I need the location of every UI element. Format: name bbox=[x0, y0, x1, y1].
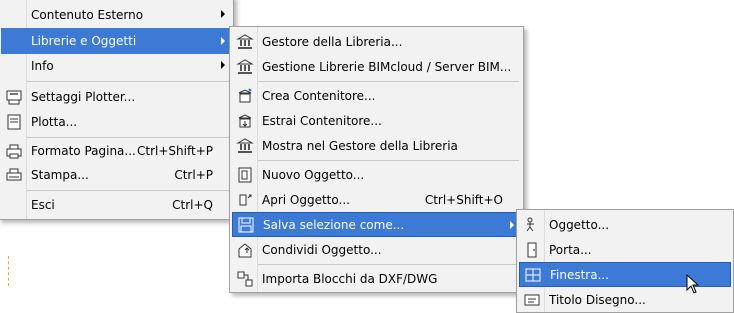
menu-item-label: Condividi Oggetto... bbox=[262, 243, 382, 257]
separator bbox=[27, 190, 229, 191]
menu-item-crea-contenitore[interactable]: Crea Contenitore... bbox=[232, 84, 521, 108]
menu-item-label: Gestore della Libreria... bbox=[262, 35, 403, 49]
separator bbox=[258, 81, 519, 82]
menu-item-label: Contenuto Esterno bbox=[31, 8, 144, 22]
dashed-guide-line bbox=[8, 256, 10, 286]
submenu-arrow-icon bbox=[221, 61, 225, 69]
save-selection-icon bbox=[237, 216, 255, 234]
library-icon bbox=[236, 137, 254, 155]
menu-item-label: Librerie e Oggetti bbox=[31, 34, 137, 48]
menu-item-condividi-oggetto[interactable]: Condividi Oggetto... bbox=[232, 238, 521, 262]
library-manager-icon bbox=[236, 33, 254, 51]
menu-item-label: Nuovo Oggetto... bbox=[262, 168, 365, 182]
menu-item-esci[interactable]: Esci Ctrl+Q bbox=[1, 193, 231, 217]
mouse-cursor-icon bbox=[686, 274, 700, 294]
new-object-icon bbox=[236, 166, 254, 184]
menu-item-label: Apri Oggetto... bbox=[262, 193, 350, 207]
menu-item-settaggi-plotter[interactable]: Settaggi Plotter... bbox=[1, 85, 231, 109]
submenu-arrow-icon bbox=[510, 221, 514, 229]
menu-item-label: Estrai Contenitore... bbox=[262, 114, 382, 128]
menu-item-formato-pagina[interactable]: Formato Pagina... Ctrl+Shift+P bbox=[1, 139, 231, 163]
menu-item-gestione-librerie-bimcloud[interactable]: Gestione Librerie BIMcloud / Server BIM.… bbox=[232, 55, 521, 79]
extract-container-icon bbox=[236, 112, 254, 130]
bimcloud-library-icon bbox=[236, 58, 254, 76]
menu-item-label: Mostra nel Gestore della Libreria bbox=[262, 139, 458, 153]
menu-item-label: Importa Blocchi da DXF/DWG bbox=[262, 272, 438, 286]
menu-item-label: Crea Contenitore... bbox=[262, 89, 376, 103]
door-icon bbox=[523, 241, 541, 259]
separator bbox=[258, 264, 519, 265]
menu-item-label: Plotta... bbox=[31, 115, 78, 129]
menu-item-oggetto[interactable]: Oggetto... bbox=[519, 213, 731, 237]
menu-item-contenuto-esterno[interactable]: Contenuto Esterno bbox=[1, 3, 231, 27]
share-object-icon bbox=[236, 241, 254, 259]
plotter-settings-icon bbox=[5, 88, 23, 106]
menu-item-label: Salva selezione come... bbox=[263, 217, 405, 232]
menu-item-label: Porta... bbox=[549, 243, 592, 257]
menu-item-estrai-contenitore[interactable]: Estrai Contenitore... bbox=[232, 109, 521, 133]
submenu-arrow-icon bbox=[221, 37, 225, 45]
menu-item-label: Settaggi Plotter... bbox=[31, 90, 136, 104]
menu-item-shortcut: Ctrl+Shift+P bbox=[137, 144, 213, 158]
menu-item-label: Esci bbox=[31, 198, 55, 212]
menu-item-label: Oggetto... bbox=[549, 218, 610, 232]
window-icon bbox=[524, 266, 542, 284]
drawing-title-icon bbox=[523, 291, 541, 309]
menu-item-salva-selezione-come[interactable]: Salva selezione come... bbox=[232, 212, 521, 237]
menu-item-info[interactable]: Info bbox=[1, 54, 231, 78]
import-blocks-icon bbox=[236, 270, 254, 288]
menu-item-shortcut: Ctrl+Shift+O bbox=[424, 193, 503, 207]
page-setup-icon bbox=[5, 142, 23, 160]
menu-item-librerie-e-oggetti[interactable]: Librerie e Oggetti bbox=[1, 28, 231, 54]
library-submenu: Gestore della Libreria... Gestione Libre… bbox=[229, 26, 524, 293]
plot-icon bbox=[5, 113, 23, 131]
menu-item-shortcut: Ctrl+Q bbox=[172, 198, 213, 212]
save-as-submenu: Oggetto... Porta... Finestra... Titolo D… bbox=[516, 209, 734, 313]
printer-icon bbox=[5, 166, 23, 184]
menu-item-nuovo-oggetto[interactable]: Nuovo Oggetto... bbox=[232, 163, 521, 187]
menu-item-stampa[interactable]: Stampa... Ctrl+P bbox=[1, 163, 231, 187]
main-menu: Contenuto Esterno Librerie e Oggetti Inf… bbox=[0, 0, 234, 220]
menu-item-plotta[interactable]: Plotta... bbox=[1, 110, 231, 134]
object-icon bbox=[523, 216, 541, 234]
submenu-arrow-icon bbox=[221, 10, 225, 18]
menu-item-mostra-nel-gestore[interactable]: Mostra nel Gestore della Libreria bbox=[232, 134, 521, 158]
menu-item-label: Stampa... bbox=[31, 168, 89, 182]
create-container-icon bbox=[236, 87, 254, 105]
menu-item-label: Finestra... bbox=[550, 267, 610, 282]
menu-item-label: Formato Pagina... bbox=[31, 144, 136, 158]
menu-item-label: Titolo Disegno... bbox=[549, 293, 646, 307]
separator bbox=[258, 160, 519, 161]
menu-item-shortcut: Ctrl+P bbox=[174, 168, 213, 182]
menu-item-gestore-libreria[interactable]: Gestore della Libreria... bbox=[232, 30, 521, 54]
separator bbox=[27, 81, 229, 82]
menu-item-apri-oggetto[interactable]: Apri Oggetto... Ctrl+Shift+O bbox=[232, 188, 521, 212]
menu-item-label: Info bbox=[31, 59, 54, 73]
menu-item-importa-blocchi[interactable]: Importa Blocchi da DXF/DWG bbox=[232, 267, 521, 291]
open-object-icon bbox=[236, 191, 254, 209]
menu-item-label: Gestione Librerie BIMcloud / Server BIM.… bbox=[262, 60, 512, 74]
menu-item-porta[interactable]: Porta... bbox=[519, 238, 731, 262]
separator bbox=[27, 137, 229, 138]
